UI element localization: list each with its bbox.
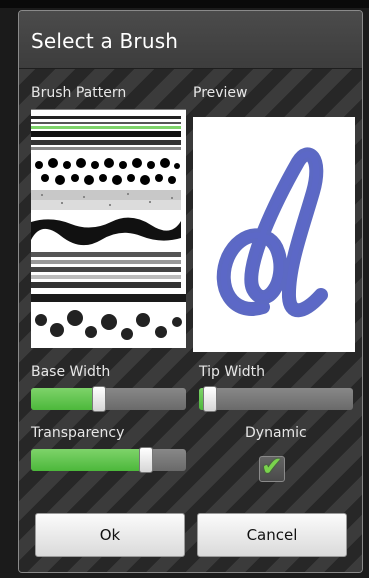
cancel-button[interactable]: Cancel	[197, 513, 347, 557]
dialog-body: Brush Pattern Preview Base Width Tip Wid…	[19, 69, 362, 572]
brush-pattern-item[interactable]	[31, 110, 186, 152]
top-edge	[0, 0, 369, 8]
base-width-label: Base Width	[31, 364, 111, 380]
ok-button[interactable]: Ok	[35, 513, 185, 557]
brush-pattern-swatches	[31, 110, 186, 348]
brush-dialog: Select a Brush Brush Pattern Preview Bas…	[18, 10, 363, 573]
brush-pattern-item[interactable]	[31, 294, 186, 348]
preview-stroke	[216, 147, 328, 318]
dialog-titlebar: Select a Brush	[19, 11, 362, 69]
dynamic-label: Dynamic	[245, 425, 307, 441]
transparency-slider[interactable]	[31, 447, 186, 473]
transparency-label: Transparency	[31, 425, 125, 441]
brush-pattern-label: Brush Pattern	[31, 85, 127, 101]
brush-preview	[193, 117, 355, 352]
preview-label: Preview	[193, 85, 248, 101]
tip-width-label: Tip Width	[199, 364, 266, 380]
brush-pattern-item[interactable]	[31, 248, 186, 294]
brush-pattern-item[interactable]	[31, 188, 186, 214]
slider-track	[199, 388, 353, 410]
slider-thumb[interactable]	[138, 447, 153, 473]
brush-pattern-list[interactable]	[31, 109, 186, 348]
brush-pattern-item[interactable]	[31, 214, 186, 248]
slider-thumb[interactable]	[92, 386, 107, 412]
check-icon: ✔	[261, 452, 283, 482]
dynamic-checkbox[interactable]: ✔	[259, 452, 285, 482]
slider-fill	[31, 449, 146, 471]
dialog-title: Select a Brush	[31, 29, 179, 53]
base-width-slider[interactable]	[31, 386, 186, 412]
brush-pattern-item[interactable]	[31, 154, 186, 188]
slider-thumb[interactable]	[202, 386, 217, 412]
slider-fill	[31, 388, 100, 410]
tip-width-slider[interactable]	[199, 386, 353, 412]
